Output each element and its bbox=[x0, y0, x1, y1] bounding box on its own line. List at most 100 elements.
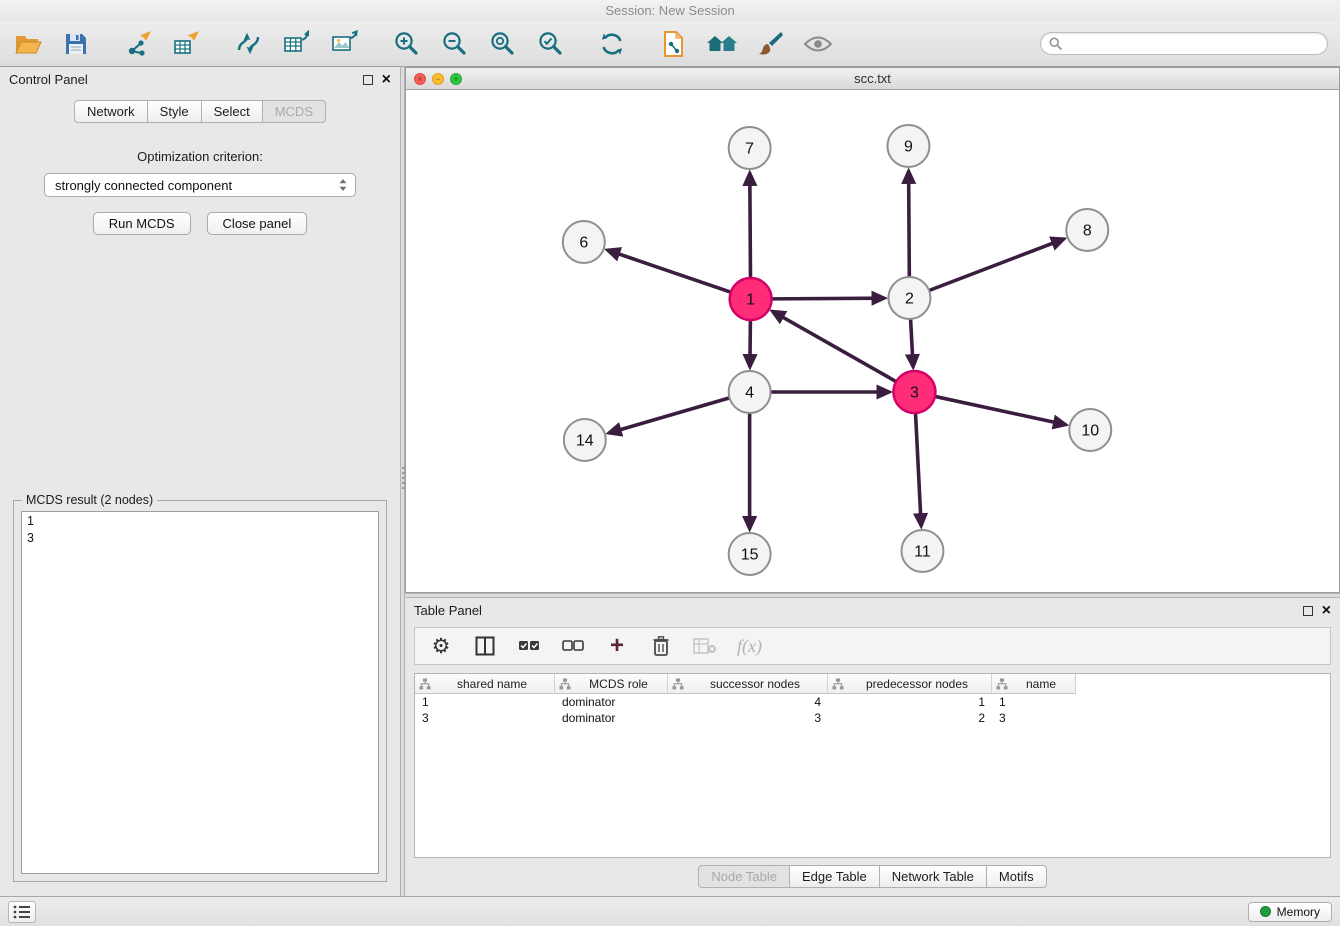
node-11[interactable]: 11 bbox=[901, 530, 943, 572]
table-row[interactable]: 1dominator411 bbox=[415, 694, 1330, 710]
node-15[interactable]: 15 bbox=[729, 533, 771, 575]
node-3[interactable]: 3 bbox=[893, 371, 935, 413]
node-label: 8 bbox=[1083, 223, 1092, 240]
float-table-panel-icon[interactable] bbox=[1303, 606, 1313, 616]
edge-3-10[interactable] bbox=[935, 396, 1066, 424]
table-tabs: Node TableEdge TableNetwork TableMotifs bbox=[405, 858, 1340, 896]
node-7[interactable]: 7 bbox=[729, 127, 771, 169]
network-canvas[interactable]: 7 9 6 8 1 2 4 3 14 10 15 11 bbox=[406, 90, 1339, 592]
network-from-document-icon[interactable] bbox=[658, 28, 690, 60]
share-arrows-icon bbox=[235, 30, 262, 57]
table-cell[interactable]: 1 bbox=[415, 694, 555, 710]
apply-style-icon[interactable] bbox=[754, 28, 786, 60]
node-9[interactable]: 9 bbox=[887, 125, 929, 167]
zoom-window-icon[interactable]: + bbox=[450, 73, 462, 85]
table-header-row: shared nameMCDS rolesuccessor nodesprede… bbox=[415, 674, 1330, 694]
float-panel-icon[interactable] bbox=[363, 75, 373, 85]
node-2[interactable]: 2 bbox=[888, 277, 930, 319]
optimization-dropdown[interactable]: strongly connected component bbox=[44, 173, 356, 197]
node-6[interactable]: 6 bbox=[563, 221, 605, 263]
table-cell[interactable]: dominator bbox=[555, 710, 668, 726]
import-table-icon[interactable] bbox=[170, 28, 202, 60]
tab-motifs[interactable]: Motifs bbox=[986, 865, 1047, 888]
import-network-icon[interactable] bbox=[122, 28, 154, 60]
show-hide-icon[interactable] bbox=[802, 28, 834, 60]
zoom-fit-icon[interactable] bbox=[486, 28, 518, 60]
mcds-result-text[interactable]: 1 3 bbox=[21, 511, 379, 874]
magnifier-plus-icon bbox=[393, 30, 420, 57]
select-all-icon[interactable] bbox=[517, 634, 541, 658]
zoom-out-icon[interactable] bbox=[438, 28, 470, 60]
tab-node-table[interactable]: Node Table bbox=[698, 865, 790, 888]
table-cell[interactable]: 3 bbox=[415, 710, 555, 726]
function-builder-icon[interactable]: f(x) bbox=[737, 636, 762, 657]
show-columns-icon[interactable] bbox=[473, 634, 497, 658]
edge-2-9[interactable] bbox=[909, 171, 910, 277]
table-cell[interactable]: 3 bbox=[992, 710, 1076, 726]
clear-selection-icon[interactable] bbox=[561, 634, 585, 658]
new-network-icon[interactable] bbox=[232, 28, 264, 60]
node-4[interactable]: 4 bbox=[729, 371, 771, 413]
node-label: 1 bbox=[746, 292, 755, 309]
memory-button[interactable]: Memory bbox=[1248, 902, 1332, 922]
column-header-mcds-role[interactable]: MCDS role bbox=[555, 674, 668, 694]
search-input[interactable] bbox=[1067, 37, 1319, 51]
task-history-button[interactable] bbox=[8, 901, 36, 923]
node-8[interactable]: 8 bbox=[1066, 209, 1108, 251]
column-header-successor-nodes[interactable]: successor nodes bbox=[668, 674, 828, 694]
delete-column-icon[interactable] bbox=[649, 634, 673, 658]
mcds-result-group: MCDS result (2 nodes) 1 3 bbox=[13, 500, 387, 882]
refresh-icon[interactable] bbox=[596, 28, 628, 60]
network-graph[interactable]: 7 9 6 8 1 2 4 3 14 10 15 11 bbox=[406, 90, 1339, 592]
node-label: 14 bbox=[576, 433, 594, 450]
edge-4-14[interactable] bbox=[609, 398, 730, 433]
first-neighbors-icon[interactable] bbox=[706, 28, 738, 60]
edge-2-8[interactable] bbox=[929, 239, 1064, 291]
edge-1-2[interactable] bbox=[772, 298, 885, 299]
edge-3-11[interactable] bbox=[916, 413, 922, 526]
table-cell[interactable]: dominator bbox=[555, 694, 668, 710]
delete-table-icon[interactable] bbox=[693, 634, 717, 658]
node-10[interactable]: 10 bbox=[1069, 409, 1111, 451]
column-header-shared-name[interactable]: shared name bbox=[415, 674, 555, 694]
node-1[interactable]: 1 bbox=[730, 278, 772, 320]
close-control-panel-icon[interactable]: × bbox=[382, 72, 391, 88]
create-column-icon[interactable]: + bbox=[605, 634, 629, 658]
new-table-icon[interactable] bbox=[280, 28, 312, 60]
edge-1-6[interactable] bbox=[607, 250, 730, 292]
open-session-icon[interactable] bbox=[12, 28, 44, 60]
tab-network-table[interactable]: Network Table bbox=[879, 865, 987, 888]
zoom-selected-icon[interactable] bbox=[534, 28, 566, 60]
close-table-panel-icon[interactable]: × bbox=[1322, 603, 1331, 619]
gear-icon[interactable]: ⚙ bbox=[429, 634, 453, 658]
node-14[interactable]: 14 bbox=[564, 419, 606, 461]
table-cell[interactable]: 1 bbox=[828, 694, 992, 710]
table-cell[interactable]: 4 bbox=[668, 694, 828, 710]
tab-style[interactable]: Style bbox=[147, 100, 202, 123]
edge-2-3[interactable] bbox=[911, 319, 914, 367]
table-cell[interactable]: 1 bbox=[992, 694, 1076, 710]
minimize-window-icon[interactable]: − bbox=[432, 73, 444, 85]
table-row[interactable]: 3dominator323 bbox=[415, 710, 1330, 726]
export-image-icon[interactable] bbox=[328, 28, 360, 60]
tab-select[interactable]: Select bbox=[201, 100, 263, 123]
run-mcds-button[interactable]: Run MCDS bbox=[93, 212, 191, 235]
close-panel-button[interactable]: Close panel bbox=[207, 212, 308, 235]
edge-3-1[interactable] bbox=[772, 311, 896, 381]
magnifier-minus-icon bbox=[441, 30, 468, 57]
panel-splitter[interactable] bbox=[400, 67, 405, 896]
table-cell[interactable]: 2 bbox=[828, 710, 992, 726]
tab-mcds[interactable]: MCDS bbox=[262, 100, 326, 123]
zoom-in-icon[interactable] bbox=[390, 28, 422, 60]
save-session-icon[interactable] bbox=[60, 28, 92, 60]
column-header-name[interactable]: name bbox=[992, 674, 1076, 694]
edge-1-7[interactable] bbox=[750, 173, 751, 278]
tab-network[interactable]: Network bbox=[74, 100, 148, 123]
tab-edge-table[interactable]: Edge Table bbox=[789, 865, 880, 888]
node-label: 3 bbox=[910, 385, 919, 402]
table-cell[interactable]: 3 bbox=[668, 710, 828, 726]
edge-1-4[interactable] bbox=[750, 320, 751, 367]
close-window-icon[interactable]: × bbox=[414, 73, 426, 85]
search-box[interactable] bbox=[1040, 32, 1328, 55]
column-header-predecessor-nodes[interactable]: predecessor nodes bbox=[828, 674, 992, 694]
